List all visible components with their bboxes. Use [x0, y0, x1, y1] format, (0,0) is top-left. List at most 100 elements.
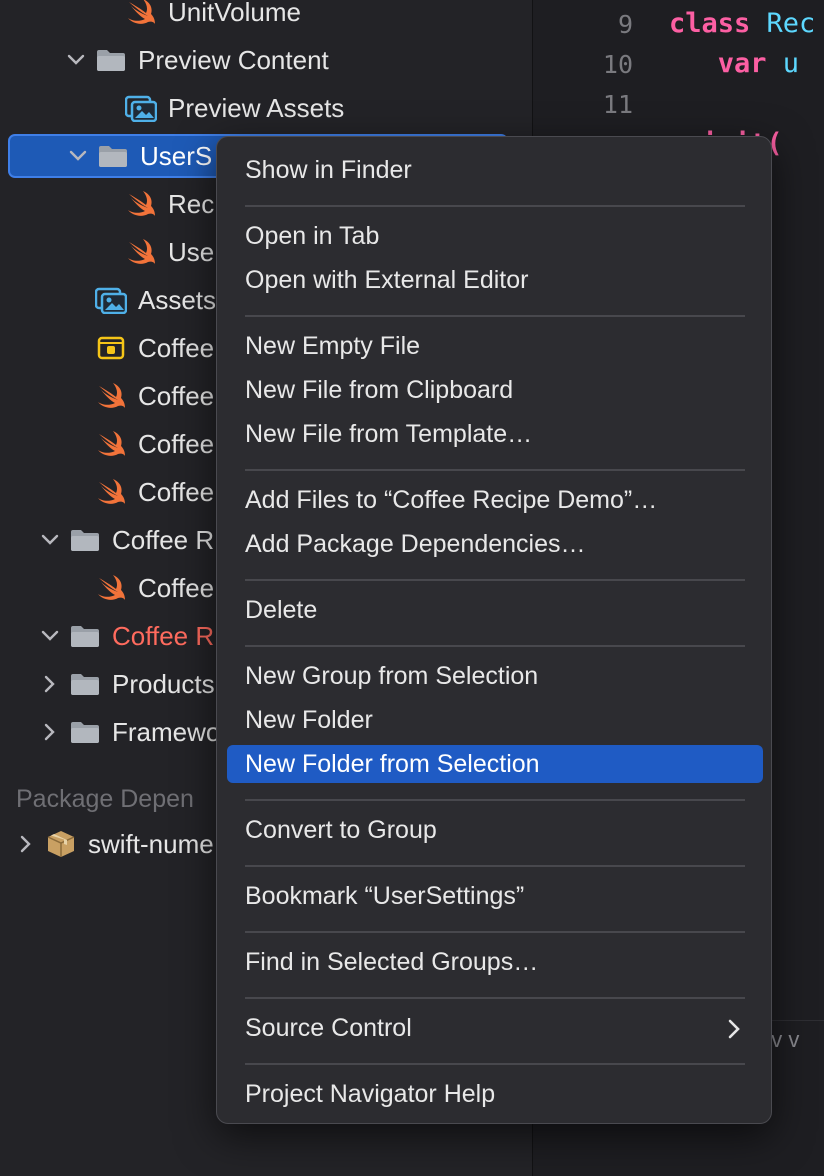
navigator-row-label: Rec [168, 188, 215, 219]
disclosure-chevron-down-icon[interactable] [40, 626, 60, 646]
disclosure-chevron-right-icon[interactable] [40, 722, 60, 742]
package-label: swift-nume [88, 828, 214, 859]
navigator-row-label: Coffee [138, 380, 215, 411]
menu-item-new-folder[interactable]: New Folder [227, 701, 763, 739]
folder-icon [96, 139, 130, 173]
package-row[interactable]: swift-nume [16, 822, 214, 866]
code-line[interactable]: class Rec [669, 8, 815, 39]
navigator-row-label: Coffee [138, 476, 215, 507]
menu-item-label: Show in Finder [245, 155, 412, 184]
navigator-row[interactable]: Coffee [94, 470, 214, 514]
folder-icon [68, 523, 102, 557]
menu-item-project-navigator-help[interactable]: Project Navigator Help [227, 1075, 763, 1113]
menu-item-new-folder-from-selection[interactable]: New Folder from Selection [227, 745, 763, 783]
navigator-row-label: Products [112, 668, 215, 699]
code-line[interactable]: var u [669, 48, 799, 79]
submenu-chevron-right-icon [727, 1017, 741, 1046]
menu-item-open-in-tab[interactable]: Open in Tab [227, 217, 763, 255]
navigator-row-label: Coffee [138, 332, 215, 363]
navigator-row-label: Preview Assets [168, 92, 345, 123]
disclosure-chevron-down-icon[interactable] [68, 146, 88, 166]
menu-item-new-group-from-selection[interactable]: New Group from Selection [227, 657, 763, 695]
menu-item-new-file-from-clipboard[interactable]: New File from Clipboard [227, 371, 763, 409]
navigator-row-label: UserS [140, 140, 213, 171]
swift-icon [94, 379, 128, 413]
menu-separator [245, 997, 745, 999]
navigator-row-label: Coffee R [112, 524, 215, 555]
asset-catalog-icon [124, 91, 158, 125]
code-token: Rec [766, 8, 816, 39]
menu-item-label: Source Control [245, 1013, 412, 1042]
menu-item-source-control[interactable]: Source Control [227, 1009, 763, 1047]
menu-item-label: New Group from Selection [245, 661, 539, 690]
navigator-row[interactable]: Preview Content [66, 38, 329, 82]
swift-icon [124, 0, 158, 29]
entitlements-icon [94, 331, 128, 365]
menu-item-label: New Folder from Selection [245, 749, 540, 778]
menu-item-label: New Folder [245, 705, 373, 734]
menu-item-new-file-from-template[interactable]: New File from Template… [227, 415, 763, 453]
folder-icon [68, 715, 102, 749]
menu-separator [245, 469, 745, 471]
package-icon [44, 827, 78, 861]
menu-item-label: New File from Clipboard [245, 375, 514, 404]
navigator-row[interactable]: UnitVolume [124, 0, 301, 34]
navigator-row[interactable]: Coffee R [40, 518, 214, 562]
menu-separator [245, 579, 745, 581]
menu-item-convert-to-group[interactable]: Convert to Group [227, 811, 763, 849]
menu-item-add-package-dependencies[interactable]: Add Package Dependencies… [227, 525, 763, 563]
menu-item-label: Find in Selected Groups… [245, 947, 539, 976]
menu-item-label: Delete [245, 595, 318, 624]
menu-item-label: New Empty File [245, 331, 421, 360]
menu-separator [245, 799, 745, 801]
navigator-row[interactable]: Rec [124, 182, 214, 226]
swift-icon [94, 571, 128, 605]
swift-icon [94, 427, 128, 461]
navigator-row[interactable]: Coffee [94, 374, 214, 418]
menu-item-add-files-to-coffee-recipe-demo[interactable]: Add Files to “Coffee Recipe Demo”… [227, 481, 763, 519]
menu-item-label: Open in Tab [245, 221, 380, 250]
menu-separator [245, 645, 745, 647]
menu-item-bookmark-usersettings[interactable]: Bookmark “UserSettings” [227, 877, 763, 915]
navigator-row[interactable]: Coffee R [40, 614, 214, 658]
menu-item-label: Open with External Editor [245, 265, 529, 294]
navigator-row[interactable]: Coffee [94, 326, 214, 370]
menu-separator [245, 205, 745, 207]
disclosure-chevron-down-icon[interactable] [66, 50, 86, 70]
navigator-row[interactable]: Products [40, 662, 215, 706]
line-number: 11 [602, 90, 633, 119]
menu-item-show-in-finder[interactable]: Show in Finder [227, 151, 763, 189]
menu-item-label: Add Package Dependencies… [245, 529, 586, 558]
folder-icon [68, 667, 102, 701]
swift-icon [124, 235, 158, 269]
folder-icon [68, 619, 102, 653]
disclosure-chevron-down-icon[interactable] [40, 530, 60, 550]
navigator-row-label: Coffee [138, 428, 215, 459]
navigator-row[interactable]: Use [124, 230, 214, 274]
navigator-row[interactable]: Framewo [40, 710, 220, 754]
menu-separator [245, 315, 745, 317]
navigator-row[interactable]: Assets [94, 278, 216, 322]
menu-item-label: Project Navigator Help [245, 1079, 496, 1108]
menu-item-label: Add Files to “Coffee Recipe Demo”… [245, 485, 658, 514]
disclosure-chevron-right-icon[interactable] [40, 674, 60, 694]
code-token: class [669, 8, 767, 39]
menu-item-new-empty-file[interactable]: New Empty File [227, 327, 763, 365]
navigator-row[interactable]: Coffee [94, 422, 214, 466]
navigator-row[interactable]: Preview Assets [124, 86, 344, 130]
menu-item-label: Convert to Group [245, 815, 437, 844]
swift-icon [94, 475, 128, 509]
menu-separator [245, 865, 745, 867]
menu-item-delete[interactable]: Delete [227, 591, 763, 629]
folder-icon [94, 43, 128, 77]
navigator-row[interactable]: Coffee [94, 566, 214, 610]
disclosure-chevron-right-icon[interactable] [16, 834, 36, 854]
code-token: u [782, 48, 800, 79]
navigator-row-label: Coffee R [112, 620, 215, 651]
context-menu: Show in Finder Open in Tab Open with Exter… [216, 136, 772, 1124]
menu-item-open-with-external-editor[interactable]: Open with External Editor [227, 261, 763, 299]
navigator-row-label: Framewo [112, 716, 221, 747]
line-number: 10 [602, 50, 633, 79]
package-dependencies-header[interactable]: Package Depen [16, 785, 194, 814]
menu-item-find-in-selected-groups[interactable]: Find in Selected Groups… [227, 943, 763, 981]
